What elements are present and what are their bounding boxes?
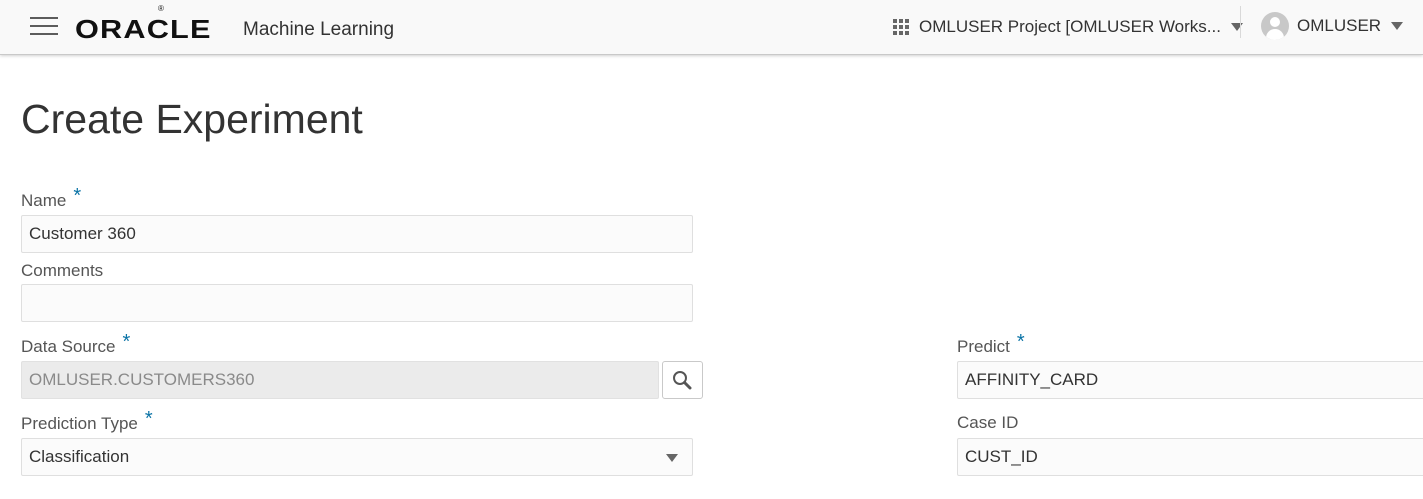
brand-wordmark: ORACLE	[75, 14, 212, 44]
data-source-label: Data Source *	[21, 332, 130, 357]
hamburger-menu-icon[interactable]	[30, 16, 58, 36]
prediction-type-select[interactable]: Classification	[21, 438, 693, 476]
project-selector[interactable]: OMLUSER Project [OMLUSER Works...	[893, 14, 1243, 40]
required-marker: *	[1016, 331, 1025, 353]
avatar-icon	[1261, 12, 1289, 40]
user-menu[interactable]: OMLUSER	[1261, 11, 1404, 41]
data-source-label-text: Data Source	[21, 337, 116, 356]
case-id-input[interactable]: CUST_ID	[957, 438, 1423, 476]
oracle-logo: ORACLE	[75, 10, 210, 44]
chevron-down-icon	[666, 454, 678, 462]
grid-icon	[893, 19, 909, 35]
required-marker: *	[122, 331, 131, 353]
prediction-type-label-text: Prediction Type	[21, 414, 138, 433]
required-marker: *	[144, 408, 153, 430]
prediction-type-value: Classification	[29, 447, 130, 466]
predict-label-text: Predict	[957, 337, 1010, 356]
registered-mark: ®	[158, 4, 164, 13]
user-name: OMLUSER	[1297, 16, 1382, 35]
predict-input[interactable]: AFFINITY_CARD	[957, 361, 1423, 399]
header-divider	[1240, 6, 1241, 38]
product-name: Machine Learning	[243, 19, 395, 40]
app-header: ORACLE ® Machine Learning OMLUSER Projec…	[0, 0, 1423, 55]
page-title: Create Experiment	[21, 96, 363, 142]
prediction-type-label: Prediction Type *	[21, 409, 153, 434]
name-input[interactable]: Customer 360	[21, 215, 693, 253]
search-icon	[673, 371, 692, 390]
data-source-search-button[interactable]	[662, 361, 703, 399]
data-source-field: OMLUSER.CUSTOMERS360	[21, 361, 659, 399]
name-label: Name *	[21, 186, 81, 211]
name-label-text: Name	[21, 191, 67, 210]
chevron-down-icon	[1391, 22, 1404, 30]
project-selector-label: OMLUSER Project [OMLUSER Works...	[919, 17, 1221, 36]
required-marker: *	[73, 185, 82, 207]
comments-input[interactable]	[21, 284, 693, 322]
case-id-label-text: Case ID	[957, 413, 1019, 432]
case-id-label: Case ID	[957, 413, 1018, 433]
predict-label: Predict *	[957, 332, 1025, 357]
chevron-down-icon	[1230, 23, 1243, 31]
comments-label-text: Comments	[21, 261, 104, 280]
comments-label: Comments	[21, 261, 103, 281]
